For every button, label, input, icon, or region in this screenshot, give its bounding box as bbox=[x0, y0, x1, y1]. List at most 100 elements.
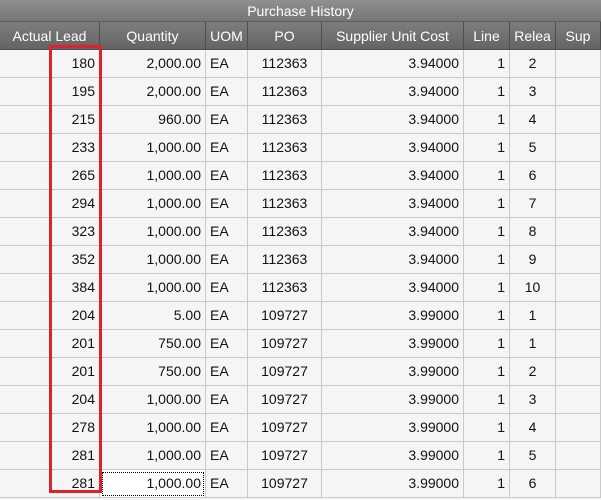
release-cell[interactable]: 4 bbox=[510, 414, 556, 442]
quantity-cell[interactable]: 1,000.00 bbox=[100, 218, 206, 246]
supplier-cell[interactable] bbox=[556, 442, 601, 470]
supplier-unit-cost-cell[interactable]: 3.94000 bbox=[322, 190, 464, 218]
quantity-cell[interactable]: 1,000.00 bbox=[100, 134, 206, 162]
supplier-unit-cost-cell[interactable]: 3.99000 bbox=[322, 302, 464, 330]
release-cell[interactable]: 6 bbox=[510, 470, 556, 498]
supplier-unit-cost-cell[interactable]: 3.99000 bbox=[322, 414, 464, 442]
line-cell[interactable]: 1 bbox=[464, 470, 510, 498]
uom-cell[interactable]: EA bbox=[206, 274, 248, 302]
actual-lead-cell[interactable]: 278 bbox=[0, 414, 100, 442]
actual-lead-cell[interactable]: 204 bbox=[0, 302, 100, 330]
col-supplier-unit-cost-header[interactable]: Supplier Unit Cost bbox=[322, 22, 464, 50]
actual-lead-cell[interactable]: 281 bbox=[0, 442, 100, 470]
uom-cell[interactable]: EA bbox=[206, 386, 248, 414]
po-cell[interactable]: 112363 bbox=[248, 78, 322, 106]
quantity-cell[interactable]: 1,000.00 bbox=[100, 470, 206, 498]
quantity-cell[interactable]: 750.00 bbox=[100, 330, 206, 358]
po-cell[interactable]: 112363 bbox=[248, 190, 322, 218]
release-cell[interactable]: 1 bbox=[510, 302, 556, 330]
supplier-cell[interactable] bbox=[556, 274, 601, 302]
col-supplier-header[interactable]: Sup bbox=[556, 22, 601, 50]
po-cell[interactable]: 112363 bbox=[248, 246, 322, 274]
actual-lead-cell[interactable]: 352 bbox=[0, 246, 100, 274]
supplier-unit-cost-cell[interactable]: 3.94000 bbox=[322, 274, 464, 302]
line-cell[interactable]: 1 bbox=[464, 78, 510, 106]
po-cell[interactable]: 109727 bbox=[248, 414, 322, 442]
release-cell[interactable]: 3 bbox=[510, 386, 556, 414]
actual-lead-cell[interactable]: 201 bbox=[0, 330, 100, 358]
uom-cell[interactable]: EA bbox=[206, 330, 248, 358]
po-cell[interactable]: 112363 bbox=[248, 274, 322, 302]
supplier-cell[interactable] bbox=[556, 386, 601, 414]
supplier-cell[interactable] bbox=[556, 162, 601, 190]
line-cell[interactable]: 1 bbox=[464, 106, 510, 134]
po-cell[interactable]: 112363 bbox=[248, 218, 322, 246]
po-cell[interactable]: 109727 bbox=[248, 330, 322, 358]
uom-cell[interactable]: EA bbox=[206, 162, 248, 190]
col-actual-lead-header[interactable]: Actual Lead bbox=[0, 22, 100, 50]
po-cell[interactable]: 109727 bbox=[248, 302, 322, 330]
uom-cell[interactable]: EA bbox=[206, 190, 248, 218]
supplier-cell[interactable] bbox=[556, 470, 601, 498]
line-cell[interactable]: 1 bbox=[464, 442, 510, 470]
quantity-cell[interactable]: 1,000.00 bbox=[100, 162, 206, 190]
quantity-cell[interactable]: 5.00 bbox=[100, 302, 206, 330]
uom-cell[interactable]: EA bbox=[206, 414, 248, 442]
quantity-cell[interactable]: 1,000.00 bbox=[100, 190, 206, 218]
uom-cell[interactable]: EA bbox=[206, 106, 248, 134]
uom-cell[interactable]: EA bbox=[206, 134, 248, 162]
quantity-cell[interactable]: 1,000.00 bbox=[100, 274, 206, 302]
supplier-unit-cost-cell[interactable]: 3.99000 bbox=[322, 330, 464, 358]
quantity-cell[interactable]: 960.00 bbox=[100, 106, 206, 134]
actual-lead-cell[interactable]: 195 bbox=[0, 78, 100, 106]
po-cell[interactable]: 109727 bbox=[248, 386, 322, 414]
line-cell[interactable]: 1 bbox=[464, 302, 510, 330]
po-cell[interactable]: 112363 bbox=[248, 50, 322, 78]
po-cell[interactable]: 112363 bbox=[248, 162, 322, 190]
supplier-unit-cost-cell[interactable]: 3.99000 bbox=[322, 386, 464, 414]
po-cell[interactable]: 109727 bbox=[248, 470, 322, 498]
supplier-cell[interactable] bbox=[556, 134, 601, 162]
line-cell[interactable]: 1 bbox=[464, 246, 510, 274]
uom-cell[interactable]: EA bbox=[206, 470, 248, 498]
release-cell[interactable]: 6 bbox=[510, 162, 556, 190]
supplier-cell[interactable] bbox=[556, 246, 601, 274]
line-cell[interactable]: 1 bbox=[464, 134, 510, 162]
uom-cell[interactable]: EA bbox=[206, 50, 248, 78]
uom-cell[interactable]: EA bbox=[206, 442, 248, 470]
actual-lead-cell[interactable]: 204 bbox=[0, 386, 100, 414]
quantity-cell[interactable]: 750.00 bbox=[100, 358, 206, 386]
uom-cell[interactable]: EA bbox=[206, 358, 248, 386]
supplier-cell[interactable] bbox=[556, 358, 601, 386]
supplier-cell[interactable] bbox=[556, 106, 601, 134]
po-cell[interactable]: 109727 bbox=[248, 442, 322, 470]
release-cell[interactable]: 2 bbox=[510, 50, 556, 78]
po-cell[interactable]: 112363 bbox=[248, 134, 322, 162]
quantity-cell[interactable]: 1,000.00 bbox=[100, 442, 206, 470]
actual-lead-cell[interactable]: 384 bbox=[0, 274, 100, 302]
actual-lead-cell[interactable]: 180 bbox=[0, 50, 100, 78]
line-cell[interactable]: 1 bbox=[464, 162, 510, 190]
supplier-unit-cost-cell[interactable]: 3.99000 bbox=[322, 442, 464, 470]
actual-lead-cell[interactable]: 201 bbox=[0, 358, 100, 386]
line-cell[interactable]: 1 bbox=[464, 386, 510, 414]
supplier-cell[interactable] bbox=[556, 302, 601, 330]
supplier-cell[interactable] bbox=[556, 190, 601, 218]
line-cell[interactable]: 1 bbox=[464, 50, 510, 78]
actual-lead-cell[interactable]: 281 bbox=[0, 470, 100, 498]
col-po-header[interactable]: PO bbox=[248, 22, 322, 50]
supplier-unit-cost-cell[interactable]: 3.94000 bbox=[322, 162, 464, 190]
release-cell[interactable]: 2 bbox=[510, 358, 556, 386]
col-line-header[interactable]: Line bbox=[464, 22, 510, 50]
supplier-cell[interactable] bbox=[556, 414, 601, 442]
release-cell[interactable]: 3 bbox=[510, 78, 556, 106]
line-cell[interactable]: 1 bbox=[464, 190, 510, 218]
supplier-cell[interactable] bbox=[556, 218, 601, 246]
line-cell[interactable]: 1 bbox=[464, 218, 510, 246]
col-release-header[interactable]: Relea bbox=[510, 22, 556, 50]
po-cell[interactable]: 112363 bbox=[248, 106, 322, 134]
supplier-cell[interactable] bbox=[556, 330, 601, 358]
supplier-unit-cost-cell[interactable]: 3.99000 bbox=[322, 470, 464, 498]
quantity-cell[interactable]: 1,000.00 bbox=[100, 386, 206, 414]
release-cell[interactable]: 5 bbox=[510, 442, 556, 470]
